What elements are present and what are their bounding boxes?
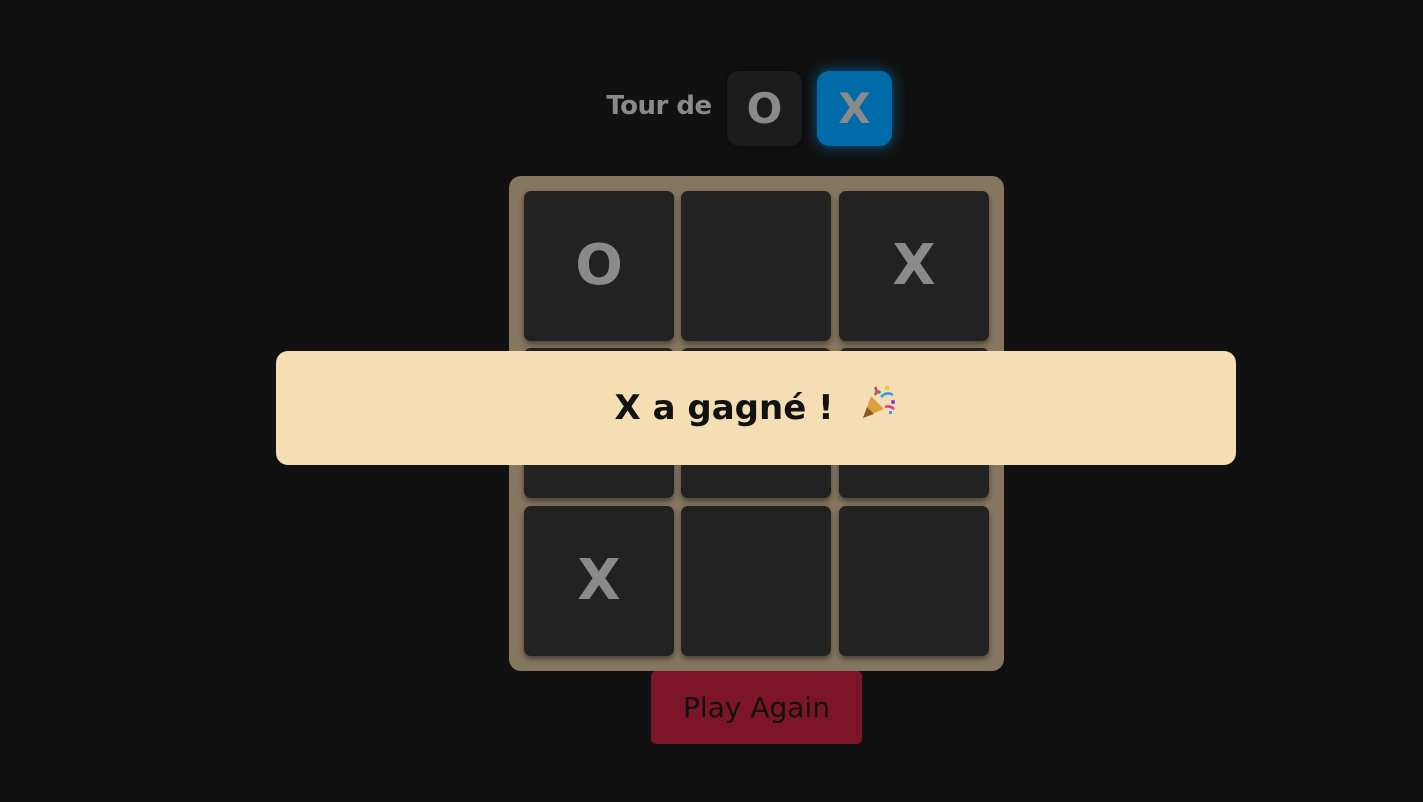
winner-banner: X a gagné ! — [276, 351, 1236, 465]
board-cell-3[interactable]: X — [839, 191, 989, 341]
board-cell-7[interactable]: X — [524, 506, 674, 656]
party-popper-icon — [859, 353, 897, 467]
game-screen: Tour de O X O X X X a gagné ! Play Again — [0, 0, 1423, 802]
play-again-button[interactable]: Play Again — [651, 671, 862, 744]
player-x-chip-active[interactable]: X — [817, 71, 892, 146]
board-cell-8[interactable] — [681, 506, 831, 656]
turn-indicator: Tour de O X — [0, 71, 1423, 146]
board-cell-9[interactable] — [839, 506, 989, 656]
winner-message: X a gagné ! — [614, 388, 834, 428]
player-o-chip[interactable]: O — [727, 71, 802, 146]
board-cell-2[interactable] — [681, 191, 831, 341]
board-cell-1[interactable]: O — [524, 191, 674, 341]
turn-label: Tour de — [606, 91, 712, 121]
